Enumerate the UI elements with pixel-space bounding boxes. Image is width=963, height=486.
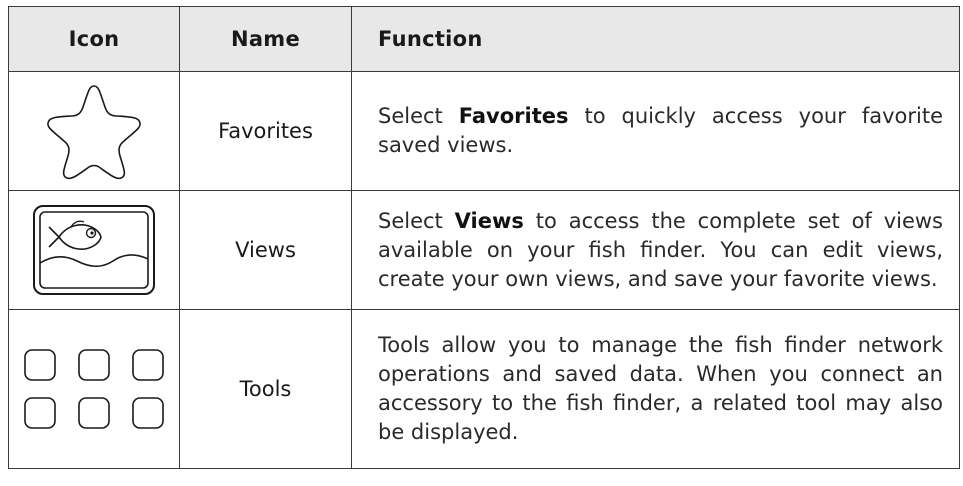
icon-reference-table: Icon Name Function Favorites Select Favo… [8, 6, 960, 469]
header-function: Function [351, 6, 960, 72]
row-name: Favorites [179, 71, 352, 191]
star-icon [9, 81, 179, 181]
header-name: Name [179, 6, 352, 72]
icon-cell [8, 71, 180, 191]
row-description: Select Favorites to quickly access your … [351, 71, 960, 191]
page: Icon Name Function Favorites Select Favo… [0, 0, 963, 486]
row-name: Tools [179, 309, 352, 469]
row-name: Views [179, 190, 352, 310]
tools-grid-icon [9, 346, 179, 432]
icon-cell [8, 190, 180, 310]
fish-picture-icon [9, 203, 179, 297]
table-row: Favorites Select Favorites to quickly ac… [8, 71, 960, 191]
table-row: Tools Tools allow you to manage the fish… [8, 309, 960, 469]
icon-cell [8, 309, 180, 469]
row-description: Select Views to access the complete set … [351, 190, 960, 310]
table-header-row: Icon Name Function [8, 6, 960, 72]
table-row: Views Select Views to access the complet… [8, 190, 960, 310]
row-description: Tools allow you to manage the fish finde… [351, 309, 960, 469]
header-icon: Icon [8, 6, 180, 72]
